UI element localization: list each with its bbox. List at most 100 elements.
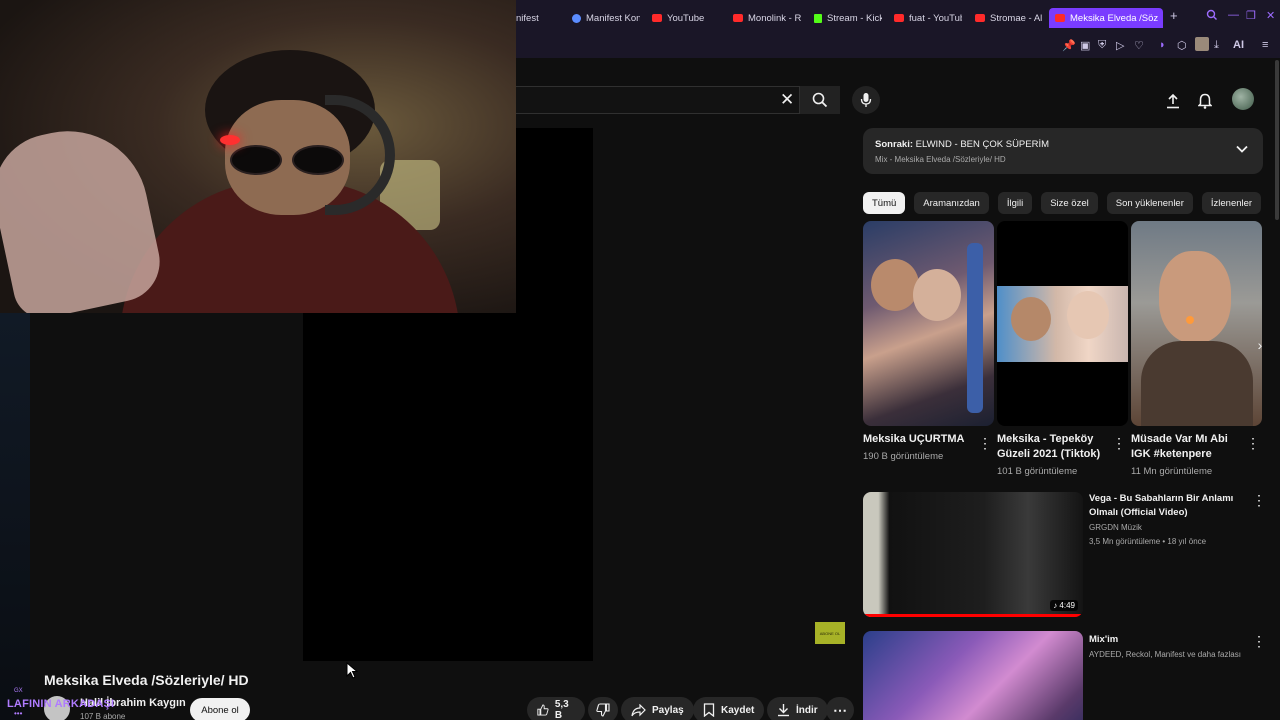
pin-icon[interactable]: 📌 (1062, 39, 1076, 52)
share-icon (631, 703, 646, 716)
youtube-icon (1055, 14, 1065, 22)
left-panel-edge (0, 313, 30, 720)
browser-tab[interactable]: Stromae - Al (975, 8, 1043, 28)
search-icon (812, 92, 828, 108)
short-title[interactable]: Meksika - Tepeköy Güzeli 2021 (Tiktok) (997, 432, 1107, 462)
chip-related[interactable]: İlgili (997, 192, 1033, 214)
subscriber-count: 107 B abone (80, 712, 126, 720)
opera-icon (572, 13, 581, 23)
short-thumbnail[interactable] (863, 221, 994, 426)
thumbs-up-icon (537, 704, 549, 716)
chip-for-you[interactable]: Size özel (1041, 192, 1098, 214)
mix-thumbnail[interactable] (863, 631, 1083, 720)
scrollbar[interactable] (1275, 60, 1279, 220)
up-next-prefix: Sonraki: (875, 139, 914, 150)
more-icon: ⋯ (833, 701, 847, 718)
share-label: Paylaş (652, 704, 684, 716)
close-icon[interactable]: ✕ (780, 90, 794, 110)
youtube-icon (975, 14, 985, 22)
shorts-next-button[interactable]: › (1249, 334, 1271, 356)
chip-watched[interactable]: İzlenenler (1201, 192, 1262, 214)
profile-avatar[interactable] (1195, 37, 1209, 51)
dislike-button[interactable] (588, 697, 618, 720)
video-title[interactable]: Vega - Bu Sabahların Bir Anlamı Olmalı (… (1089, 492, 1244, 520)
webcam-overlay (0, 0, 516, 313)
share-button[interactable]: Paylaş (621, 697, 694, 720)
download-icon[interactable]: ⤓ (1214, 39, 1219, 52)
play-icon[interactable]: ▷ (1116, 39, 1124, 52)
new-tab-button[interactable]: + (1170, 8, 1178, 23)
voice-search-button[interactable] (852, 86, 880, 114)
kebab-menu-icon[interactable]: ⋮ (1112, 435, 1126, 452)
kebab-menu-icon[interactable]: ⋮ (1252, 633, 1266, 650)
subscribe-button[interactable]: Abone ol (190, 698, 250, 720)
heart-icon[interactable]: ♡ (1134, 39, 1144, 52)
ai-button[interactable]: AI (1233, 39, 1244, 51)
like-button[interactable]: 5,3 B (527, 697, 585, 720)
chip-all[interactable]: Tümü (863, 192, 906, 214)
mix-title[interactable]: Mix'im (1089, 633, 1244, 647)
download-icon (778, 704, 789, 717)
notifications-button[interactable] (1194, 90, 1216, 112)
chevron-down-icon[interactable] (1235, 142, 1249, 156)
bookmark-icon (703, 703, 715, 717)
short-title[interactable]: Meksika UÇURTMA (863, 432, 973, 447)
filter-chips: Tümü Aramanızdan İlgili Size özel Son yü… (863, 192, 1262, 214)
browser-tab[interactable]: fuat - YouTub (894, 8, 962, 28)
browser-tab[interactable]: Manifest Kon (572, 8, 640, 28)
download-label: İndir (796, 704, 818, 716)
search-input[interactable] (516, 86, 800, 114)
like-count: 5,3 B (554, 699, 569, 720)
kebab-menu-icon[interactable]: ⋮ (1246, 435, 1260, 452)
more-actions-button[interactable]: ⋯ (826, 697, 854, 720)
audio-icon[interactable]: ◗ (1159, 39, 1166, 51)
search-tabs-icon[interactable] (1206, 9, 1218, 21)
kick-icon (814, 13, 822, 23)
save-button[interactable]: Kaydet (693, 697, 765, 720)
youtube-icon (733, 14, 743, 22)
short-views: 101 B görüntüleme (997, 466, 1078, 477)
upload-icon (1167, 93, 1179, 109)
short-thumbnail[interactable] (997, 221, 1128, 426)
thumbs-down-icon (596, 703, 610, 717)
mic-icon (860, 93, 872, 107)
video-thumbnail[interactable]: ♪ 4:49 (863, 492, 1083, 617)
avatar[interactable] (1232, 88, 1254, 110)
upload-button[interactable] (1162, 90, 1184, 112)
mouse-cursor-icon (346, 662, 358, 679)
browser-tab[interactable]: YouTube (652, 8, 704, 28)
chevron-right-icon: › (1257, 337, 1263, 353)
bell-icon (1198, 93, 1212, 109)
snapshot-icon[interactable]: ▣ (1080, 39, 1090, 52)
youtube-icon (652, 14, 662, 22)
maximize-icon[interactable]: ❐ (1246, 9, 1256, 22)
subscribe-overlay-badge[interactable]: ABONE OL (815, 622, 845, 644)
chip-from-search[interactable]: Aramanızdan (914, 192, 989, 214)
extensions-icon[interactable]: ⬡ (1177, 39, 1187, 52)
minimize-icon[interactable]: — (1228, 9, 1239, 21)
kebab-menu-icon[interactable]: ⋮ (978, 435, 992, 452)
browser-tab-active[interactable]: Meksika Elveda /Söz (1049, 8, 1163, 28)
search-button[interactable] (800, 86, 840, 114)
video-title: Meksika Elveda /Sözleriyle/ HD (44, 672, 249, 688)
browser-tab[interactable]: Stream - Kick (814, 8, 882, 28)
stream-overlay-dots: ••• (14, 709, 23, 718)
chip-recently-uploaded[interactable]: Son yüklenenler (1106, 192, 1193, 214)
up-next-panel[interactable]: Sonraki: ELWIND - BEN ÇOK SÜPERİM Mix - … (863, 128, 1263, 174)
stream-overlay-tag: GX (14, 688, 23, 694)
video-duration: ♪ 4:49 (1050, 600, 1078, 611)
kebab-menu-icon[interactable]: ⋮ (1252, 492, 1266, 509)
shield-icon[interactable]: ⛨ (1098, 39, 1106, 52)
short-views: 11 Mn görüntüleme (1131, 466, 1213, 477)
download-button[interactable]: İndir (767, 697, 828, 720)
short-title[interactable]: Müsade Var Mı Abi IGK #ketenpere (1131, 432, 1241, 462)
menu-icon[interactable]: ≡ (1262, 39, 1268, 51)
stream-overlay-name: LAFININ ARKADAŞI (7, 698, 115, 710)
browser-tab[interactable]: Monolink - R (733, 8, 801, 28)
close-window-icon[interactable]: ✕ (1266, 9, 1275, 22)
browser-tab[interactable]: nifest (516, 8, 539, 28)
video-meta: 3,5 Mn görüntüleme • 18 yıl önce (1089, 537, 1207, 546)
short-thumbnail[interactable] (1131, 221, 1262, 426)
video-channel: GRGDN Müzik (1089, 523, 1142, 532)
up-next-subtitle: Mix - Meksika Elveda /Sözleriyle/ HD (875, 155, 1006, 164)
